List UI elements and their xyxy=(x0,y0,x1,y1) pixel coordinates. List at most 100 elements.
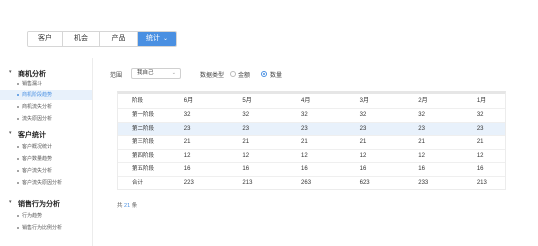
table-cell: 23 xyxy=(476,125,484,132)
total-number: 21 xyxy=(124,203,131,209)
table-cell: 12 xyxy=(242,152,250,159)
sidebar-item-label: 客户流失分析 xyxy=(22,168,53,174)
table-row[interactable]: 第五阶段 16 16 16 16 16 16 xyxy=(118,163,505,177)
table-cell: 16 xyxy=(476,166,484,172)
header-cell: 4月 xyxy=(301,98,311,104)
caret-down-icon: ▾ xyxy=(9,199,12,205)
table-row[interactable]: 第一阶段 32 32 32 32 32 32 xyxy=(118,109,505,123)
data-type-label: 数据类型 xyxy=(200,73,225,79)
caret-down-icon: ▾ xyxy=(9,130,12,136)
sidebar-item-label: 销售漏斗 xyxy=(22,81,43,87)
scope-label: 范围 xyxy=(110,73,123,79)
tab-label: 客户 xyxy=(38,35,52,42)
tab-product[interactable]: 产品 xyxy=(100,32,138,46)
table-cell: 21 xyxy=(242,139,250,145)
sidebar-group-customer-stats[interactable]: ▾ 客户统计 xyxy=(9,130,46,140)
sidebar-item-label: 流失原因分析 xyxy=(22,116,53,122)
bullet-icon xyxy=(17,106,19,108)
bullet-icon xyxy=(17,215,19,217)
table-cell: 第二阶段 xyxy=(132,125,155,132)
sidebar-item-label: 商机阶段趋势 xyxy=(22,92,53,98)
stage-trend-table: 阶段 6月 5月 4月 3月 2月 1月 第一阶段 32 32 32 32 32… xyxy=(117,91,506,190)
tab-customer[interactable]: 客户 xyxy=(28,32,63,46)
sidebar-item-behavior-ratio[interactable]: 销售行为比例分析 xyxy=(17,224,62,231)
radio-amount-label: 金额 xyxy=(238,73,251,79)
table-cell: 23 xyxy=(183,125,191,132)
header-cell: 6月 xyxy=(183,98,194,104)
sidebar-item-opportunity-loss[interactable]: 商机流失分析 xyxy=(17,103,53,110)
table-cell: 21 xyxy=(301,139,308,145)
table-cell: 第一阶段 xyxy=(132,112,155,118)
bullet-icon xyxy=(17,118,19,120)
table-cell: 16 xyxy=(359,166,367,172)
table-cell: 623 xyxy=(359,179,370,186)
sidebar-item-label: 客户流失原因分析 xyxy=(22,180,63,186)
sidebar-item-label: 行为趋势 xyxy=(22,213,43,219)
table-cell: 16 xyxy=(183,166,191,172)
bullet-icon xyxy=(17,182,19,184)
table-cell: 21 xyxy=(359,139,367,145)
table-cell: 263 xyxy=(301,179,312,186)
table-row[interactable]: 第四阶段 12 12 12 12 12 12 xyxy=(118,150,505,163)
sidebar-group-sales-behavior[interactable]: ▾ 销售行为分析 xyxy=(9,199,60,209)
table-cell: 12 xyxy=(418,152,425,159)
table-cell: 合计 xyxy=(132,179,144,186)
sidebar-group-opportunity-analysis[interactable]: ▾ 商机分析 xyxy=(9,69,46,79)
table-cell: 213 xyxy=(242,179,253,186)
table-header-row: 阶段 6月 5月 4月 3月 2月 1月 xyxy=(118,94,505,109)
bullet-icon xyxy=(17,170,19,172)
table-row[interactable]: 第二阶段 23 23 23 23 23 23 xyxy=(118,122,505,136)
bullet-icon xyxy=(17,94,19,96)
table-cell: 32 xyxy=(242,112,250,118)
sidebar-item-label: 客户数量趋势 xyxy=(22,156,53,162)
radio-quantity-label: 数量 xyxy=(270,73,283,79)
chevron-down-icon: ⌄ xyxy=(171,70,176,76)
bullet-icon xyxy=(17,227,19,229)
table-cell: 213 xyxy=(476,179,487,186)
sidebar-item-customer-count-trend[interactable]: 客户数量趋势 xyxy=(17,155,53,162)
radio-quantity[interactable] xyxy=(261,71,267,77)
header-cell: 阶段 xyxy=(132,98,144,104)
table-row[interactable]: 第三阶段 21 21 21 21 21 21 xyxy=(118,136,505,150)
table-total-row[interactable]: 合计 223 213 263 623 233 213 xyxy=(118,177,505,190)
table-cell: 第五阶段 xyxy=(132,166,155,172)
tab-statistics[interactable]: 统计 ⌄ xyxy=(138,32,176,46)
sidebar-item-stage-trend[interactable]: 商机阶段趋势 xyxy=(0,90,92,100)
table-cell: 32 xyxy=(476,112,484,118)
sidebar-item-label: 客户概况统计 xyxy=(22,144,53,150)
sidebar-group-title: 商机分析 xyxy=(18,71,46,78)
table-cell: 32 xyxy=(183,112,191,118)
bullet-icon xyxy=(17,146,19,148)
scope-select-value: 我自己 xyxy=(137,70,154,76)
tab-label: 产品 xyxy=(111,35,126,42)
table-cell: 233 xyxy=(418,179,429,186)
sidebar-item-loss-reason[interactable]: 流失原因分析 xyxy=(17,115,53,122)
sidebar-item-sales-funnel[interactable]: 销售漏斗 xyxy=(17,80,43,87)
table-cell: 12 xyxy=(476,152,484,159)
tab-opportunity[interactable]: 机会 xyxy=(63,32,100,46)
table-cell: 32 xyxy=(359,112,367,118)
scope-select[interactable]: 我自己 ⌄ xyxy=(131,68,181,79)
table-cell: 21 xyxy=(183,139,191,145)
sidebar-item-label: 商机流失分析 xyxy=(22,104,53,110)
bullet-icon xyxy=(17,83,19,85)
table-cell: 32 xyxy=(418,112,425,118)
top-tab-bar: 客户 机会 产品 统计 ⌄ xyxy=(27,31,177,47)
tab-label: 统计 xyxy=(145,35,160,42)
radio-amount[interactable] xyxy=(230,71,236,77)
table-cell: 第四阶段 xyxy=(132,152,155,159)
caret-down-icon: ▾ xyxy=(9,69,12,75)
sidebar-item-behavior-trend[interactable]: 行为趋势 xyxy=(17,212,43,219)
header-cell: 3月 xyxy=(359,98,369,104)
total-suffix: 条 xyxy=(131,203,138,209)
sidebar-item-customer-loss-reason[interactable]: 客户流失原因分析 xyxy=(17,179,63,186)
header-cell: 2月 xyxy=(418,98,428,104)
sidebar-item-customer-overview[interactable]: 客户概况统计 xyxy=(17,143,53,150)
table-cell: 16 xyxy=(301,166,308,172)
table-cell: 23 xyxy=(242,125,250,132)
table-cell: 21 xyxy=(476,139,484,145)
tab-label: 机会 xyxy=(74,35,88,42)
header-cell: 1月 xyxy=(476,98,487,104)
sidebar-item-customer-loss[interactable]: 客户流失分析 xyxy=(17,167,53,174)
sidebar-group-title: 客户统计 xyxy=(18,132,46,139)
